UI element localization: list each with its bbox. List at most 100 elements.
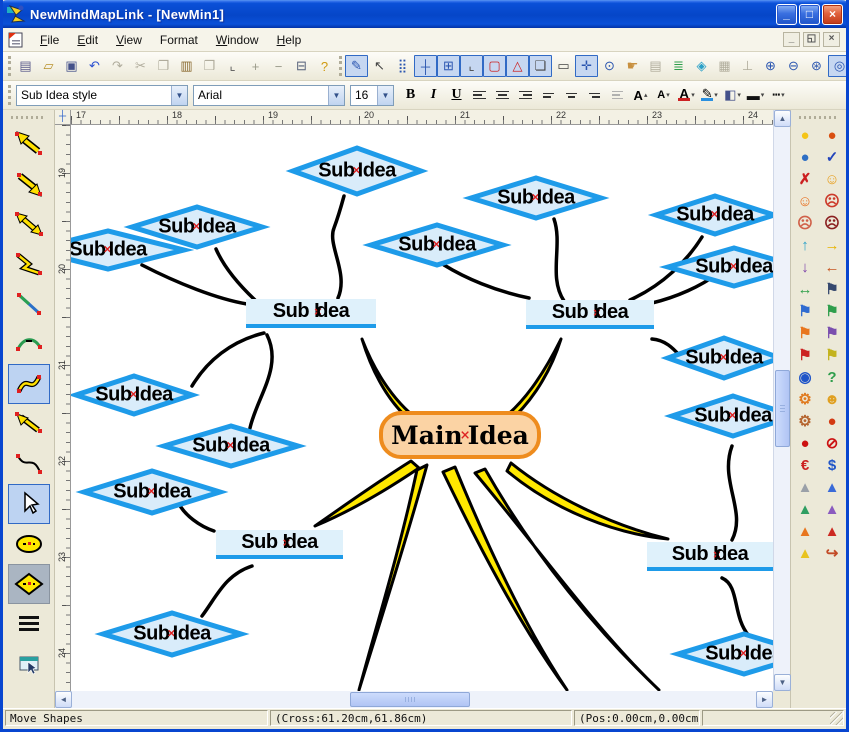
scroll-left-button[interactable]: ◄ — [55, 691, 72, 708]
print-icon[interactable]: ⊟ — [290, 55, 313, 77]
shape-edit-icon[interactable]: ❏ — [529, 55, 552, 77]
font-shrink-button[interactable]: A▾ — [652, 84, 675, 106]
sad-face-icon[interactable]: ☹ — [793, 212, 818, 234]
maximize-button[interactable]: □ — [799, 4, 820, 25]
arrow-up-icon[interactable]: ↑ — [793, 234, 818, 256]
triangle-purple-icon[interactable]: ▲ — [820, 498, 845, 520]
toolbar-grip[interactable] — [339, 56, 342, 76]
save-icon[interactable]: ▣ — [60, 55, 83, 77]
open-folder-icon[interactable]: ▱ — [37, 55, 60, 77]
dollar-icon[interactable]: $ — [820, 454, 845, 476]
toolbar-grip[interactable] — [8, 56, 11, 76]
delete-x-icon[interactable]: ✗ — [793, 168, 818, 190]
toolbar-grip[interactable] — [8, 85, 13, 105]
italic-button[interactable]: I — [422, 84, 445, 106]
menu-window[interactable]: Window — [207, 30, 268, 50]
diamond-node-icon[interactable] — [8, 564, 50, 604]
undo-icon[interactable]: ↶ — [83, 55, 106, 77]
pan-hand-icon[interactable]: ☛ — [621, 55, 644, 77]
align-middle-button[interactable] — [560, 84, 583, 106]
guides-icon[interactable]: ┼ — [414, 55, 437, 77]
palette-grip[interactable] — [11, 114, 46, 120]
menu-view[interactable]: View — [107, 30, 151, 50]
font-color-button[interactable]: A▾ — [675, 84, 698, 106]
horn-icon[interactable]: ↪ — [820, 542, 845, 564]
horizontal-scroll-thumb[interactable] — [350, 692, 470, 707]
font-grow-button[interactable]: A▴ — [629, 84, 652, 106]
zoom-region-icon[interactable]: ⊛ — [805, 55, 828, 77]
perspective-icon[interactable]: ◈ — [690, 55, 713, 77]
scroll-up-button[interactable]: ▲ — [774, 110, 791, 127]
euro-icon[interactable]: € — [793, 454, 818, 476]
sub-idea-diamond-label[interactable]: Sub×Idea — [133, 623, 210, 646]
org-tree-icon[interactable]: ⊥ — [736, 55, 759, 77]
mdi-restore-button[interactable]: ◱ — [803, 32, 820, 47]
style-combo[interactable]: Sub Idea style▼ — [16, 85, 188, 106]
sub-idea-rect-node[interactable]: Sub I×dea — [526, 300, 654, 329]
align-top-button[interactable] — [537, 84, 560, 106]
marquee-icon[interactable]: ▢ — [483, 55, 506, 77]
arrow-down-icon[interactable]: ↓ — [793, 256, 818, 278]
horizontal-scroll-track[interactable] — [72, 691, 756, 708]
resize-grip[interactable] — [830, 712, 843, 725]
sub-idea-diamond-label[interactable]: Sub×Idea — [694, 405, 771, 428]
sub-idea-diamond-label[interactable]: Sub×Idea — [497, 187, 574, 210]
shape-pointer-icon[interactable]: ↖ — [368, 55, 391, 77]
triangle-yellow-icon[interactable]: ▲ — [793, 542, 818, 564]
flag-green-icon[interactable]: ⚑ — [820, 300, 845, 322]
flag-orange-icon[interactable]: ⚑ — [793, 322, 818, 344]
sub-idea-rect-node[interactable]: Sub I×dea — [647, 542, 773, 571]
sub-idea-diamond-label[interactable]: Sub×Idea — [71, 239, 147, 262]
paste-special-icon[interactable]: ❒ — [198, 55, 221, 77]
horizontal-scrollbar[interactable]: ◄ ► — [55, 691, 790, 708]
arrow-ne-connector-icon[interactable] — [8, 124, 50, 164]
check-icon[interactable]: ✓ — [820, 146, 845, 168]
sub-idea-diamond-label[interactable]: Sub×Idea — [113, 481, 190, 504]
grid-dots-icon[interactable]: ⣿ — [391, 55, 414, 77]
question-icon[interactable]: ? — [820, 366, 845, 388]
stop-sign-icon[interactable]: ● — [793, 432, 818, 454]
corner-snap-icon[interactable]: ⌞ — [460, 55, 483, 77]
arrow-leftright-icon[interactable]: ↔ — [793, 278, 818, 300]
bomb-icon[interactable]: ● — [820, 124, 845, 146]
flag-red-icon[interactable]: ⚑ — [793, 344, 818, 366]
remove-icon[interactable]: − — [267, 55, 290, 77]
ellipse-node-icon[interactable] — [8, 524, 50, 564]
s-curve-connector-icon[interactable] — [8, 364, 50, 404]
align-right-button[interactable] — [514, 84, 537, 106]
mdi-minimize-button[interactable]: _ — [783, 32, 800, 47]
sub-idea-diamond-label[interactable]: Sub×Idea — [318, 160, 395, 183]
triangle-gray-icon[interactable]: ▲ — [793, 476, 818, 498]
tapered-arrow-connector-icon[interactable] — [8, 404, 50, 444]
scroll-right-button[interactable]: ► — [756, 691, 773, 708]
vertex-edit-icon[interactable]: △ — [506, 55, 529, 77]
vertical-scrollbar[interactable]: ▲ ▼ — [773, 110, 790, 691]
arrow-right-icon[interactable]: → — [820, 234, 845, 256]
arrow-se-connector-icon[interactable] — [8, 164, 50, 204]
mdi-close-button[interactable]: × — [823, 32, 840, 47]
table-pointer-icon[interactable] — [8, 644, 50, 684]
surprised-face-icon[interactable]: ☺ — [793, 190, 818, 212]
globe-icon[interactable]: ● — [793, 146, 818, 168]
align-center-button[interactable] — [491, 84, 514, 106]
layers-icon[interactable]: ≣ — [667, 55, 690, 77]
bullet-list-button[interactable] — [606, 84, 629, 106]
zoom-tool-icon[interactable]: ⊙ — [598, 55, 621, 77]
main-idea-node[interactable]: Main×Idea — [379, 411, 541, 459]
sub-idea-rect-node[interactable]: Sub I×dea — [216, 530, 343, 559]
bold-button[interactable]: B — [399, 84, 422, 106]
font-size-combo[interactable]: 16▼ — [350, 85, 394, 106]
draw-mode-icon[interactable]: ✎ — [345, 55, 368, 77]
grid-gray-icon[interactable]: ▦ — [713, 55, 736, 77]
double-arrow-connector-icon[interactable] — [8, 204, 50, 244]
pen-color-button[interactable]: ✎▾ — [698, 84, 721, 106]
sub-idea-diamond-label[interactable]: Sub×Idea — [95, 384, 172, 407]
underline-button[interactable]: U — [445, 84, 468, 106]
vertical-scroll-thumb[interactable] — [775, 370, 790, 447]
align-bottom-button[interactable] — [583, 84, 606, 106]
straight-line-connector-icon[interactable] — [8, 284, 50, 324]
arrow-left-icon[interactable]: ← — [820, 256, 845, 278]
select-pointer-icon[interactable] — [8, 484, 50, 524]
triangle-orange-icon[interactable]: ▲ — [793, 520, 818, 542]
menu-edit[interactable]: Edit — [68, 30, 107, 50]
